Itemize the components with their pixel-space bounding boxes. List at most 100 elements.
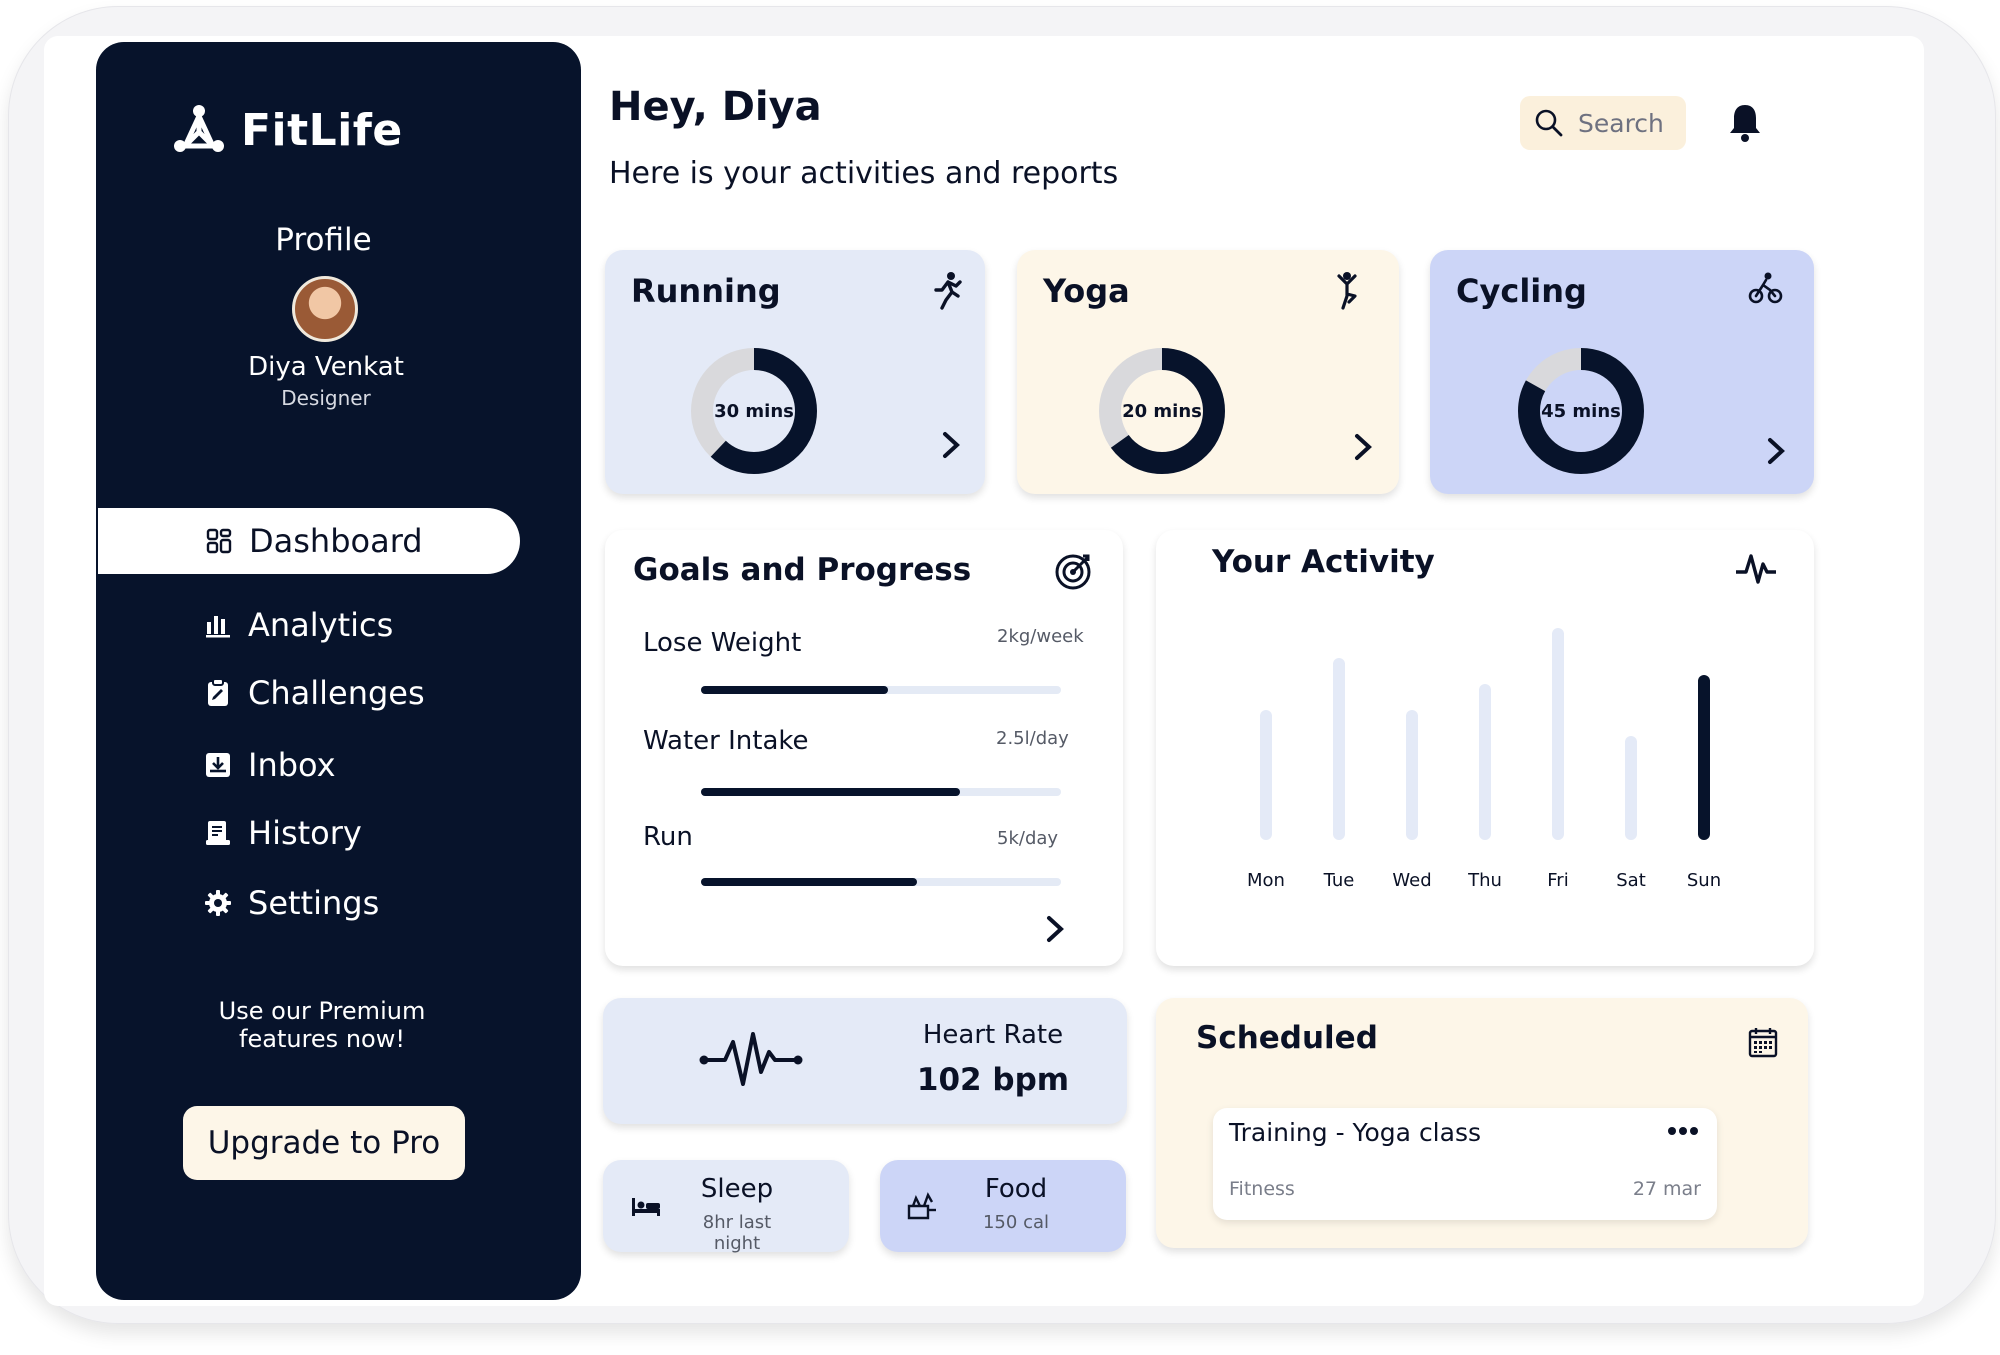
scheduled-item-date: 27 mar	[1632, 1178, 1701, 1200]
bar-sat[interactable]	[1625, 736, 1637, 840]
goal-progress-bar	[701, 686, 1061, 694]
avatar[interactable]	[292, 276, 358, 342]
bar-sun[interactable]	[1698, 675, 1710, 840]
history-icon	[204, 819, 232, 847]
heartbeat-icon	[699, 1032, 803, 1086]
greeting: Hey, Diya	[609, 84, 822, 130]
sleep-subtitle: 8hr last night	[702, 1212, 772, 1254]
nav-item-analytics[interactable]: Analytics	[96, 592, 393, 658]
activity-title: Yoga	[1043, 272, 1130, 310]
bar-tue[interactable]	[1333, 658, 1345, 840]
bar-fri[interactable]	[1552, 628, 1564, 840]
duration-label: 20 mins	[1122, 400, 1202, 422]
activity-card-cycling[interactable]: Cycling 45 mins	[1430, 250, 1814, 494]
scheduled-item-category: Fitness	[1229, 1178, 1295, 1200]
day-label: Sat	[1616, 870, 1646, 891]
search-icon	[1535, 109, 1563, 137]
progress-donut: 20 mins	[1097, 346, 1227, 476]
logo[interactable]: FitLife	[171, 102, 403, 158]
bell-icon[interactable]	[1728, 102, 1762, 142]
bar-wed[interactable]	[1406, 710, 1418, 840]
sleep-card[interactable]: Sleep 8hr last night	[603, 1160, 849, 1254]
yoga-icon	[1337, 272, 1357, 310]
activity-card-yoga[interactable]: Yoga 20 mins	[1017, 250, 1399, 494]
nav-item-history[interactable]: History	[96, 800, 362, 866]
calendar-icon[interactable]	[1748, 1026, 1778, 1058]
nav-item-settings[interactable]: Settings	[96, 870, 379, 936]
goals-card: Goals and Progress Lose Weight 2kg/week …	[605, 530, 1123, 966]
bar-mon[interactable]	[1260, 710, 1272, 840]
day-label: Sun	[1686, 870, 1722, 891]
goal-target: 5k/day	[997, 828, 1059, 849]
food-card[interactable]: Food 150 cal	[880, 1160, 1126, 1252]
premium-promo: Use our Premium features now!	[96, 997, 548, 1053]
nav-label: Settings	[248, 884, 380, 922]
bar-chart-icon	[204, 611, 232, 639]
activity-title: Cycling	[1456, 272, 1587, 310]
more-options-icon[interactable]	[1667, 1126, 1699, 1136]
search-box[interactable]: Search	[1520, 96, 1686, 150]
food-subtitle: 150 cal	[982, 1212, 1049, 1233]
app-screen: FitLife Profile Diya Venkat Designer Das…	[44, 36, 1924, 1306]
scheduled-title: Scheduled	[1196, 1020, 1378, 1056]
day-label: Thu	[1468, 870, 1502, 891]
nav-item-dashboard[interactable]: Dashboard	[98, 508, 520, 574]
fitlife-logo-icon	[174, 105, 224, 152]
chart-title: Your Activity	[1212, 544, 1435, 580]
grid-icon	[205, 527, 233, 555]
activity-title: Running	[631, 272, 781, 310]
activity-chart-card: Your Activity Mon Tue Wed Thu Fri Sat Sun	[1156, 530, 1814, 966]
goal-target: 2.5l/day	[996, 728, 1069, 749]
subtitle: Here is your activities and reports	[609, 156, 1119, 191]
target-icon	[1055, 554, 1091, 590]
activity-card-running[interactable]: Running 30 mins	[605, 250, 985, 494]
goal-progress-fill	[701, 686, 889, 694]
nav-label: Dashboard	[249, 522, 423, 560]
food-icon	[907, 1192, 936, 1220]
food-title: Food	[984, 1174, 1048, 1204]
heart-rate-card[interactable]: Heart Rate 102 bpm	[603, 998, 1127, 1124]
app-name: FitLife	[241, 104, 403, 156]
goal-target: 2kg/week	[997, 626, 1084, 647]
clipboard-icon	[204, 679, 232, 707]
bar-thu[interactable]	[1479, 684, 1491, 840]
chevron-right-icon[interactable]	[1764, 436, 1788, 466]
user-name: Diya Venkat	[248, 352, 404, 382]
goal-progress-fill	[701, 788, 961, 796]
chevron-right-icon[interactable]	[1351, 432, 1375, 462]
scheduled-item-title: Training - Yoga class	[1229, 1118, 1482, 1147]
scheduled-card: Scheduled Training - Yoga class Fitness …	[1156, 998, 1808, 1248]
day-label: Wed	[1392, 870, 1432, 891]
upgrade-to-pro-button[interactable]: Upgrade to Pro	[183, 1106, 465, 1180]
scheduled-item[interactable]: Training - Yoga class Fitness 27 mar	[1213, 1108, 1717, 1220]
nav-label: Challenges	[248, 674, 425, 712]
bed-icon	[632, 1198, 660, 1216]
sleep-title: Sleep	[700, 1174, 774, 1204]
goal-progress-bar	[701, 878, 1061, 886]
cycling-icon	[1748, 272, 1783, 304]
goal-label: Lose Weight	[643, 628, 802, 658]
progress-donut: 30 mins	[689, 346, 819, 476]
goal-progress-bar	[701, 788, 1061, 796]
premium-text-line2: features now!	[239, 1025, 405, 1053]
nav-item-challenges[interactable]: Challenges	[96, 660, 425, 726]
chevron-right-icon[interactable]	[1043, 914, 1067, 944]
search-placeholder: Search	[1578, 108, 1664, 138]
pulse-icon	[1736, 554, 1776, 584]
duration-label: 30 mins	[714, 400, 794, 422]
chevron-right-icon[interactable]	[939, 430, 963, 460]
user-role: Designer	[281, 386, 371, 410]
nav-label: Inbox	[248, 746, 336, 784]
goals-title: Goals and Progress	[633, 552, 972, 588]
nav-item-inbox[interactable]: Inbox	[96, 732, 336, 798]
profile-title: Profile	[275, 222, 372, 258]
heart-rate-value: 102 bpm	[916, 1062, 1070, 1098]
nav-label: Analytics	[248, 606, 394, 644]
sidebar: FitLife Profile Diya Venkat Designer Das…	[96, 42, 581, 1300]
running-icon	[934, 272, 962, 310]
day-label: Mon	[1247, 870, 1285, 891]
heart-rate-label: Heart Rate	[922, 1020, 1064, 1050]
day-label: Fri	[1547, 870, 1569, 891]
tablet-frame: FitLife Profile Diya Venkat Designer Das…	[8, 6, 1996, 1324]
goal-label: Water Intake	[643, 726, 809, 756]
